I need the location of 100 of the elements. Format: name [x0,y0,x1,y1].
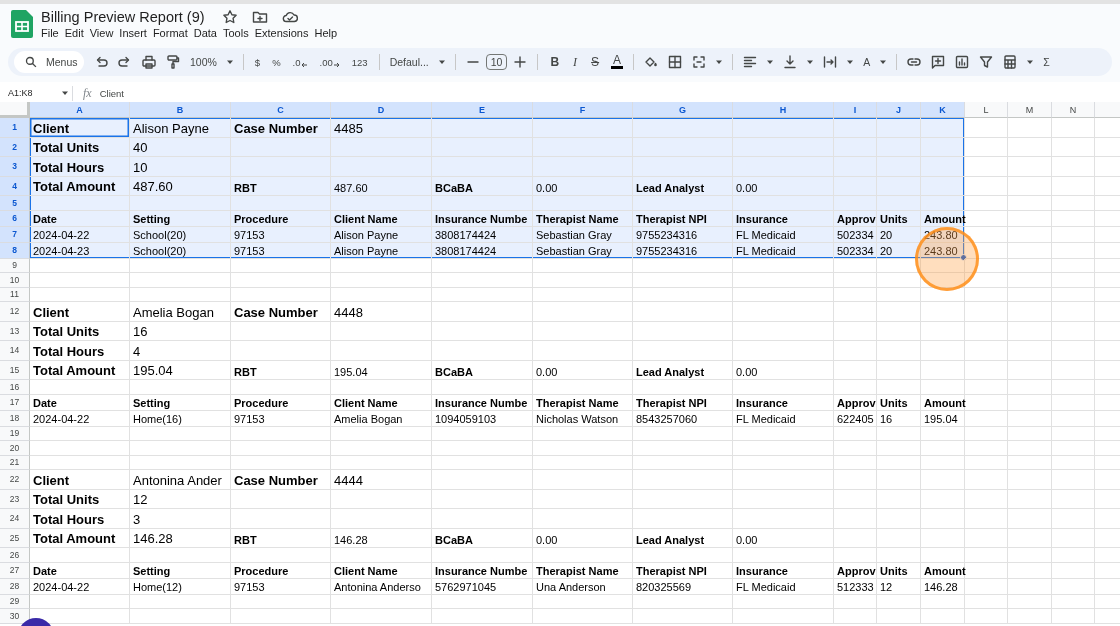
table-cell: FL Medicaid [733,410,834,427]
menu-item[interactable]: Extensions [252,27,313,39]
table-cell: 195.04 [130,360,231,380]
row-header[interactable]: 2 [0,137,30,157]
calculator-icon[interactable] [1002,54,1019,70]
row-header[interactable]: 15 [0,360,30,380]
menu-item[interactable]: View [87,27,118,39]
column-header[interactable]: M [1008,102,1052,118]
column-header[interactable]: B [130,102,231,118]
number-format-button[interactable]: 123 [346,56,373,68]
row-header[interactable]: 3 [0,157,30,177]
table-cell: Total Hours [30,509,130,529]
row-header[interactable]: 26 [0,548,30,563]
filter-icon[interactable] [978,54,995,70]
column-header[interactable]: C [231,102,331,118]
row-header[interactable]: 14 [0,341,30,361]
borders-icon[interactable] [667,54,684,70]
text-style-button[interactable]: I [567,54,584,70]
font-size-field[interactable]: 10 [485,54,508,70]
right-arrow-icon [332,61,340,68]
text-style-button[interactable]: S [585,55,606,69]
menu-item[interactable]: Tools [220,27,253,39]
row-header[interactable]: 23 [0,489,30,509]
table-cell [965,210,1008,227]
spreadsheet-logo-icon[interactable] [11,10,33,38]
column-header[interactable]: F [533,102,633,118]
functions-button[interactable]: Σ [1039,56,1054,68]
dropdown-icon[interactable] [879,58,888,66]
row-header[interactable]: 1 [0,118,30,138]
table-cell: Case Number [231,302,331,322]
table-cell: Procedure [231,394,331,411]
text-rotation-button[interactable]: A [859,56,875,68]
dropdown-icon[interactable] [846,58,855,66]
row-header[interactable]: 4 [0,176,30,196]
column-header[interactable]: K [921,102,965,118]
document-title[interactable]: Billing Preview Report (9) [41,9,205,25]
menu-item[interactable]: Edit [62,27,88,39]
number-format-button[interactable]: % [267,56,286,68]
number-format-button[interactable]: .00 [314,56,345,68]
align-left-icon[interactable] [742,54,759,70]
print-icon[interactable] [141,54,157,70]
number-format-button[interactable]: .0 [287,56,313,68]
number-format-button[interactable]: $ [249,56,266,68]
column-header[interactable]: G [633,102,733,118]
dropdown-icon[interactable] [437,58,446,66]
dropdown-icon[interactable] [61,89,69,97]
column-header[interactable]: H [733,102,834,118]
paint-format-icon[interactable] [165,54,181,70]
row-header[interactable]: 30 [0,609,30,624]
name-box[interactable]: A1:K8 [0,88,58,98]
row-header[interactable]: 13 [0,321,30,341]
column-header[interactable]: E [432,102,533,118]
merge-cells-icon[interactable] [691,54,708,70]
zoom-dropdown[interactable]: 100% [186,56,221,68]
fill-handle[interactable] [960,253,967,261]
row-header[interactable]: 25 [0,528,30,548]
dropdown-icon[interactable] [1026,58,1035,66]
column-header[interactable]: D [331,102,432,118]
menu-item[interactable]: Data [191,27,221,39]
column-header[interactable]: N [1052,102,1095,118]
column-header[interactable]: J [877,102,921,118]
font-dropdown[interactable]: Defaul... [385,56,433,68]
vertical-align-icon[interactable] [782,54,799,70]
row-header[interactable]: 10 [0,273,30,288]
row-header[interactable]: 20 [0,441,30,456]
table-cell [877,360,921,380]
comment-icon[interactable] [930,54,947,70]
text-wrap-icon[interactable] [822,54,839,70]
dropdown-icon[interactable] [806,58,815,66]
plus-icon[interactable] [512,54,529,70]
star-icon[interactable] [221,9,238,25]
menu-item[interactable]: Help [312,27,342,39]
table-cell [1052,509,1095,529]
menu-item[interactable]: File [39,27,63,39]
table-cell [1008,509,1052,529]
column-header[interactable]: A [30,102,130,118]
table-cell: 0.00 [533,528,633,548]
table-cell [965,137,1008,157]
table-cell [877,196,921,211]
row-header[interactable]: 22 [0,470,30,490]
menu-item[interactable]: Insert [117,27,151,39]
text-style-button[interactable]: A [611,55,624,69]
column-header[interactable]: L [965,102,1008,118]
menu-item[interactable]: Format [150,27,192,39]
row-header[interactable]: 24 [0,509,30,529]
chart-icon[interactable] [954,54,971,70]
column-header[interactable]: I [834,102,877,118]
row-header[interactable]: 12 [0,302,30,322]
cloud-icon[interactable] [281,9,298,25]
row-header[interactable]: 5 [0,196,30,211]
dropdown-icon[interactable] [766,58,775,66]
dropdown-icon[interactable] [715,58,724,66]
dropdown-icon[interactable] [225,58,234,66]
folder-icon[interactable] [251,9,268,25]
table-cell [834,302,877,322]
text-style-button[interactable]: B [544,55,566,69]
formula-field[interactable]: Client [99,87,124,99]
search-field[interactable]: Menus [14,51,84,73]
row-header[interactable]: 16 [0,380,30,395]
table-cell [921,302,965,322]
